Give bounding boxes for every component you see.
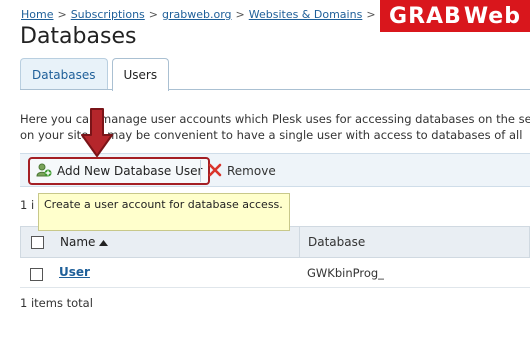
page-title: Databases [20, 24, 137, 49]
breadcrumb-separator: > [148, 8, 158, 21]
logo-text-grab: GRAB [389, 3, 462, 29]
user-name-link[interactable]: User [59, 265, 90, 279]
add-database-user-button[interactable]: Add New Database User [28, 157, 211, 185]
breadcrumb-separator: > [366, 8, 376, 21]
tab-bar: Databases Users [20, 58, 173, 91]
tab-users[interactable]: Users [111, 58, 170, 91]
column-divider [299, 227, 300, 257]
table-row: User GWKbinProg_ [20, 258, 530, 288]
breadcrumb: Home > Subscriptions > grabweb.org > Websites … [21, 8, 380, 21]
items-count-top: 1 i [20, 198, 35, 212]
row-checkbox[interactable] [30, 268, 43, 281]
tab-databases[interactable]: Databases [20, 58, 108, 90]
remove-label: Remove [227, 164, 276, 178]
logo-text-web: Web [463, 3, 521, 29]
tab-divider [20, 89, 530, 90]
breadcrumb-domain[interactable]: grabweb.org [162, 8, 232, 21]
toolbar-separator [200, 160, 201, 182]
breadcrumb-websites-domains[interactable]: Websites & Domains [249, 8, 363, 21]
red-arrow-icon [80, 108, 114, 161]
breadcrumb-home[interactable]: Home [21, 8, 53, 21]
breadcrumb-separator: > [235, 8, 245, 21]
remove-button[interactable]: Remove [208, 161, 276, 181]
breadcrumb-separator: > [57, 8, 67, 21]
select-all-checkbox[interactable] [31, 236, 44, 249]
add-user-tooltip: Create a user account for database acces… [38, 193, 290, 231]
user-database: GWKbinProg_ [307, 266, 384, 280]
users-table: Name Database User GWKbinProg_ [20, 226, 530, 288]
add-database-user-label: Add New Database User [57, 164, 203, 178]
breadcrumb-subscriptions[interactable]: Subscriptions [71, 8, 145, 21]
name-column-label: Name [60, 235, 96, 249]
items-count-bottom: 1 items total [20, 296, 93, 310]
grabweb-logo: GRAB Web [380, 0, 530, 32]
sort-ascending-icon [99, 235, 109, 249]
database-column-header[interactable]: Database [308, 235, 365, 249]
remove-x-icon [208, 163, 222, 180]
name-column-header[interactable]: Name [60, 235, 109, 249]
add-user-icon [36, 162, 52, 181]
